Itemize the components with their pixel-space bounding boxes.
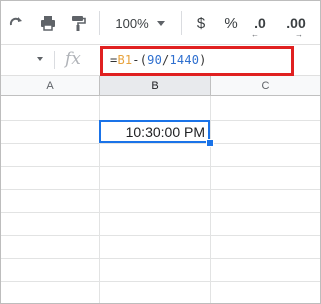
redo-button[interactable]	[5, 12, 27, 34]
row-divider	[1, 143, 320, 144]
increase-decimal-label: .00	[286, 15, 306, 31]
zoom-select[interactable]: 100%	[109, 12, 171, 34]
column-header-b[interactable]: B	[100, 76, 211, 96]
paint-format-icon	[72, 16, 86, 31]
row-divider	[1, 189, 320, 190]
chevron-down-icon	[156, 20, 165, 26]
formula-number: 90	[147, 53, 163, 67]
decrease-decimal-label: .0	[254, 15, 266, 31]
row-divider	[1, 281, 320, 282]
formula-close-paren: )	[199, 53, 207, 67]
decrease-decimal-button[interactable]: .0 ←	[247, 12, 273, 39]
row-divider	[1, 235, 320, 236]
zoom-label: 100%	[115, 15, 149, 31]
increase-decimal-button[interactable]: .00 →	[281, 12, 311, 39]
print-icon	[41, 16, 55, 31]
currency-format-button[interactable]: $	[191, 12, 211, 34]
sheet-grid[interactable]: A B C 10:30:00 PM	[1, 76, 320, 303]
formula-input[interactable]: =B1-(90/1440)	[100, 46, 294, 76]
redo-icon	[9, 17, 22, 26]
arrow-right-icon: →	[295, 30, 303, 39]
percent-label: %	[224, 14, 238, 32]
toolbar-separator	[99, 11, 100, 35]
percent-format-button[interactable]: %	[221, 12, 241, 34]
name-box[interactable]	[1, 45, 51, 75]
spreadsheet-window: 100% $ % .0 ← .00 → fx =B1-(90/1440) A B…	[0, 0, 321, 304]
formula-number: 1440	[169, 53, 200, 67]
cell-b2-selected[interactable]: 10:30:00 PM	[99, 120, 210, 143]
formula-bar: fx =B1-(90/1440)	[1, 44, 320, 76]
fx-icon: fx	[65, 49, 81, 69]
column-header-c[interactable]: C	[211, 76, 320, 96]
row-divider	[1, 166, 320, 167]
column-divider	[210, 96, 211, 303]
fill-handle[interactable]	[206, 139, 214, 147]
chevron-down-icon	[37, 57, 43, 61]
formula-operator: -	[132, 53, 140, 67]
arrow-left-icon: ←	[251, 30, 259, 39]
toolbar-separator	[181, 11, 182, 35]
formula-cell-reference: B1	[117, 53, 133, 67]
formula-text: =B1-(90/1440)	[110, 53, 207, 67]
row-divider	[1, 258, 320, 259]
column-header-a[interactable]: A	[1, 76, 100, 96]
print-button[interactable]	[37, 12, 59, 34]
paint-format-button[interactable]	[67, 12, 89, 34]
formula-separator	[54, 51, 55, 69]
currency-label: $	[196, 14, 206, 32]
row-divider	[1, 212, 320, 213]
toolbar: 100% $ % .0 ← .00 →	[1, 1, 320, 43]
